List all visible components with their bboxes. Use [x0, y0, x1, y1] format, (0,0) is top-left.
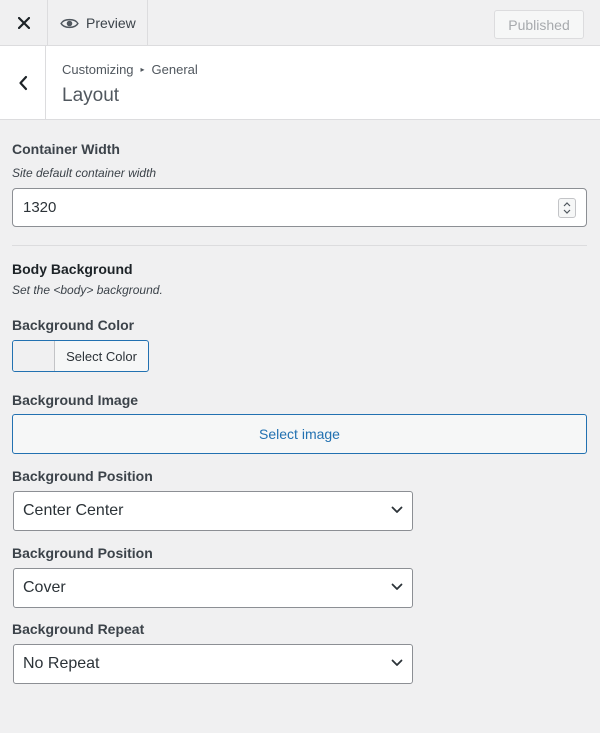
breadcrumb-separator: ▸	[140, 65, 145, 74]
preview-label: Preview	[86, 15, 136, 31]
breadcrumb-item-customizing: Customizing	[62, 62, 134, 77]
select-color-label: Select Color	[66, 348, 137, 364]
eye-icon	[60, 18, 79, 28]
breadcrumb-item-general: General	[151, 62, 198, 77]
number-spinner[interactable]	[558, 198, 576, 218]
container-width-value: 1320	[23, 199, 57, 216]
section-divider	[12, 245, 587, 246]
section-header: Customizing ▸ General Layout	[0, 46, 600, 120]
preview-button[interactable]: Preview	[48, 0, 148, 46]
container-width-label: Container Width	[12, 141, 120, 157]
container-width-description: Site default container width	[12, 166, 157, 180]
body-background-description: Set the <body> background.	[12, 283, 163, 297]
background-repeat-value: No Repeat	[23, 655, 100, 672]
background-position-select[interactable]: Center Center	[13, 491, 413, 531]
chevron-down-icon	[391, 659, 403, 666]
close-icon	[17, 17, 30, 29]
back-button[interactable]	[0, 46, 46, 119]
select-image-button[interactable]: Select image	[12, 414, 587, 454]
background-size-label: Background Position	[12, 545, 153, 561]
background-size-value: Cover	[23, 579, 66, 596]
chevron-down-icon	[391, 583, 403, 590]
chevron-left-icon	[18, 75, 27, 90]
select-color-button[interactable]: Select Color	[12, 340, 149, 372]
section-title: Layout	[62, 85, 120, 106]
background-repeat-select[interactable]: No Repeat	[13, 644, 413, 684]
body-background-heading: Body Background	[12, 261, 133, 277]
spinner-down-icon	[563, 209, 571, 214]
background-image-label: Background Image	[12, 392, 139, 408]
close-button[interactable]	[0, 0, 48, 46]
background-size-select[interactable]: Cover	[13, 568, 413, 608]
container-width-input[interactable]: 1320	[12, 188, 587, 227]
breadcrumb: Customizing ▸ General	[62, 62, 198, 77]
customizer-topbar: Preview Published	[0, 0, 600, 46]
background-position-label: Background Position	[12, 468, 153, 484]
spinner-up-icon	[563, 202, 571, 207]
color-swatch	[13, 341, 55, 371]
chevron-down-icon	[391, 506, 403, 513]
background-position-value: Center Center	[23, 502, 124, 519]
background-color-label: Background Color	[12, 317, 135, 333]
published-button[interactable]: Published	[494, 10, 584, 39]
background-repeat-label: Background Repeat	[12, 621, 145, 637]
